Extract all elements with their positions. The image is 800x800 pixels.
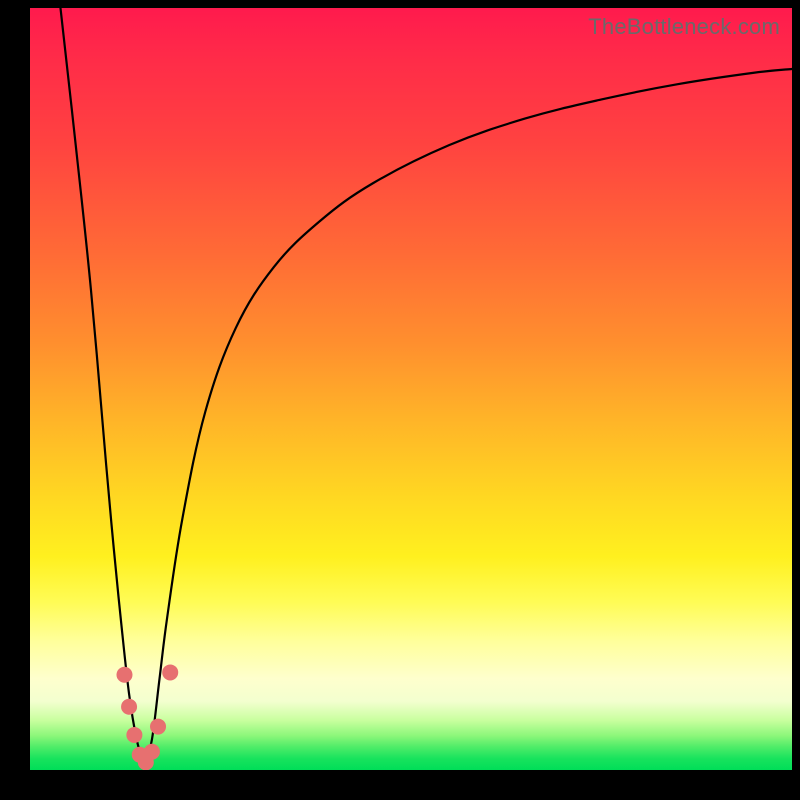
plot-area: TheBottleneck.com [30,8,792,770]
series-left-branch [60,8,144,766]
marker-layer [116,664,178,770]
marker-dot-5 [144,744,160,760]
marker-dot-2 [126,727,142,743]
chart-frame: TheBottleneck.com [0,0,800,800]
marker-dot-7 [162,664,178,680]
marker-dot-1 [121,699,137,715]
series-right-branch [144,69,792,766]
marker-dot-6 [150,719,166,735]
marker-dot-0 [116,667,132,683]
curve-layer [60,8,792,766]
chart-svg [30,8,792,770]
